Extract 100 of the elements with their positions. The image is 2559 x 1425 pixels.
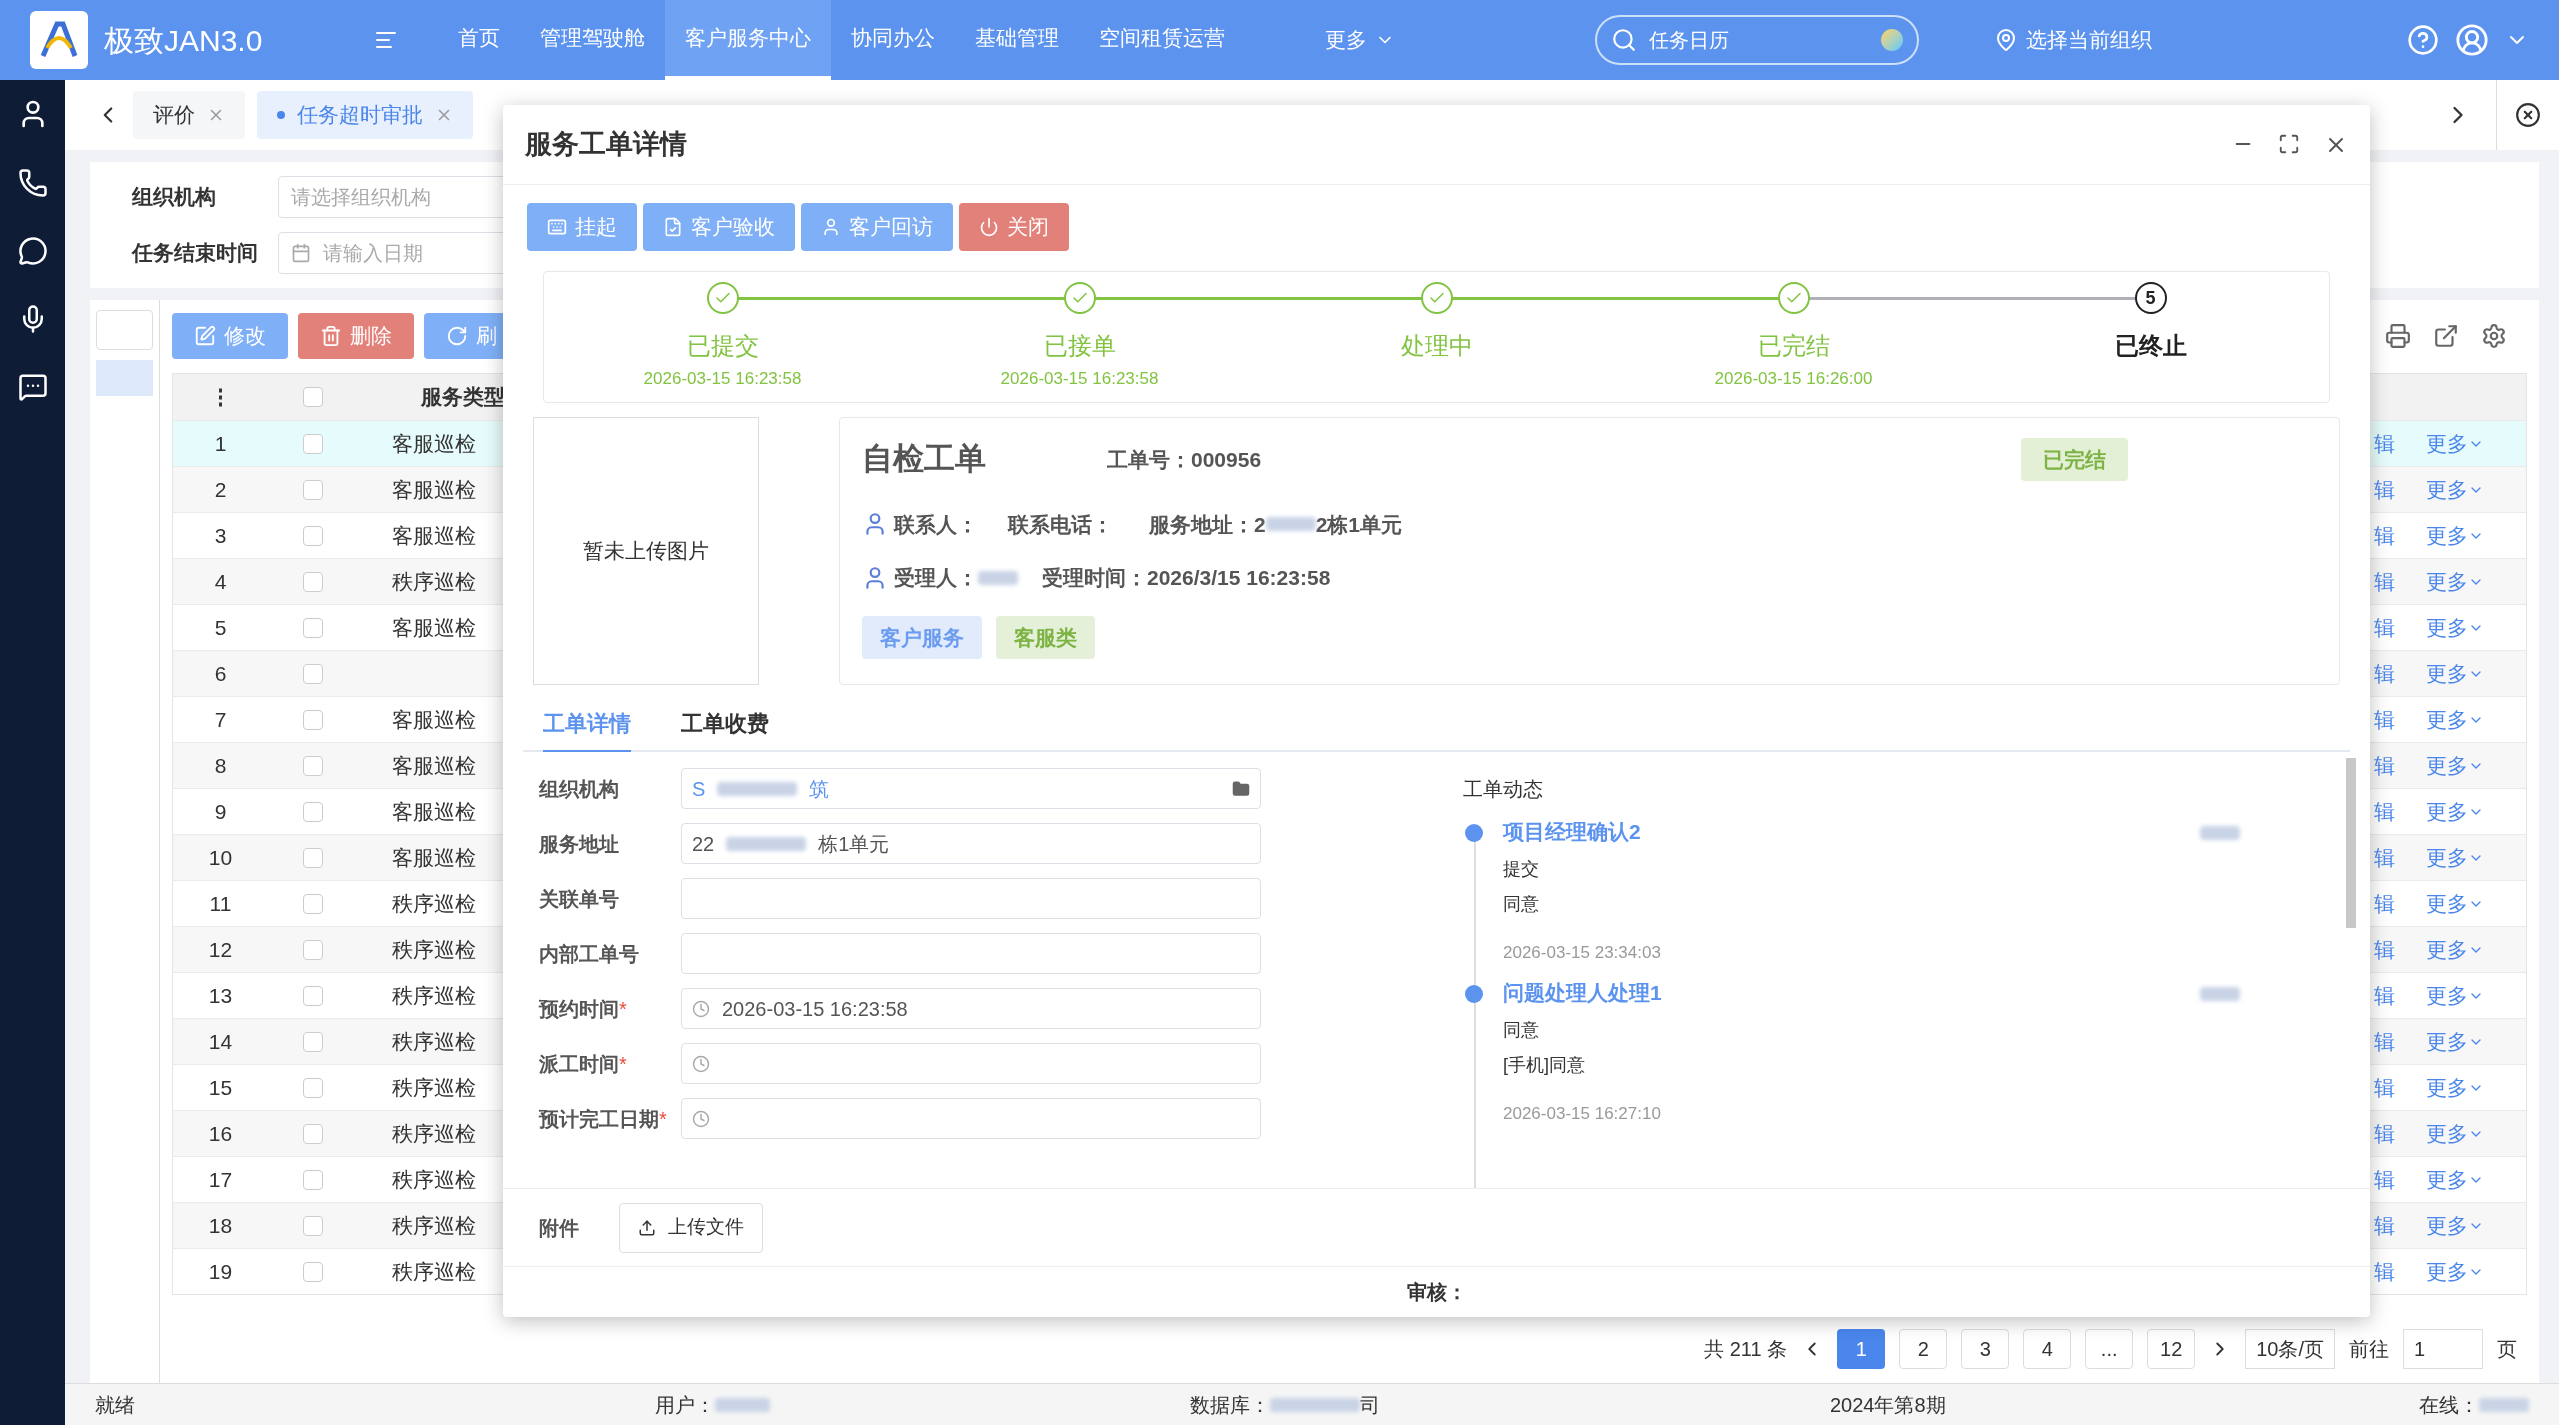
action-button[interactable]: 客户验收 <box>643 203 795 251</box>
checkbox[interactable] <box>303 847 323 868</box>
edit-link[interactable]: 辑 <box>2374 1163 2414 1196</box>
time-field[interactable] <box>681 1043 1261 1084</box>
page-tab[interactable]: 任务超时审批 <box>257 91 473 139</box>
checkbox[interactable] <box>303 663 323 684</box>
toolbar-button[interactable]: 修改 <box>172 312 288 359</box>
more-dropdown[interactable]: 更多 <box>2426 1117 2526 1150</box>
help-icon[interactable] <box>2407 24 2439 56</box>
nav-tab[interactable]: 首页 <box>438 0 520 80</box>
nav-tab[interactable]: 空间租赁运营 <box>1079 0 1245 80</box>
checkbox[interactable] <box>303 939 323 960</box>
more-dropdown[interactable]: 更多 <box>2426 611 2526 644</box>
checkbox[interactable] <box>303 1169 323 1190</box>
maximize-icon[interactable] <box>2278 132 2300 155</box>
edit-link[interactable]: 辑 <box>2374 933 2414 966</box>
checkbox[interactable] <box>303 755 323 776</box>
input-field[interactable] <box>681 878 1261 919</box>
search-field[interactable]: 任务日历 <box>1595 15 1919 65</box>
more-dropdown[interactable]: 更多 <box>2426 979 2526 1012</box>
detail-tab[interactable]: 工单收费 <box>681 707 769 752</box>
edit-link[interactable]: 辑 <box>2374 427 2414 460</box>
checkbox[interactable] <box>303 801 323 822</box>
more-dropdown[interactable]: 更多 <box>2426 841 2526 874</box>
detail-tab[interactable]: 工单详情 <box>543 707 631 752</box>
toolbar-button[interactable]: 删除 <box>298 312 414 359</box>
action-button[interactable]: 客户回访 <box>801 203 953 251</box>
page-button[interactable]: 1 <box>1837 1329 1886 1369</box>
edit-link[interactable]: 辑 <box>2374 841 2414 874</box>
checkbox[interactable] <box>303 1031 323 1052</box>
nav-tab[interactable]: 基础管理 <box>955 0 1079 80</box>
input-field[interactable] <box>681 933 1261 974</box>
edit-link[interactable]: 辑 <box>2374 703 2414 736</box>
edit-link[interactable]: 辑 <box>2374 1071 2414 1104</box>
more-dropdown[interactable]: 更多 <box>2426 887 2526 920</box>
page-size-select[interactable]: 10条/页 <box>2245 1329 2335 1369</box>
edit-link[interactable]: 辑 <box>2374 1209 2414 1242</box>
edit-link[interactable]: 辑 <box>2374 887 2414 920</box>
time-field[interactable]: 2026-03-15 16:23:58 <box>681 988 1261 1029</box>
edit-link[interactable]: 辑 <box>2374 1117 2414 1150</box>
checkbox[interactable] <box>303 479 323 500</box>
page-button[interactable]: 3 <box>1961 1329 2010 1369</box>
more-dropdown[interactable]: 更多 <box>2426 565 2526 598</box>
edit-link[interactable]: 辑 <box>2374 565 2414 598</box>
edit-link[interactable]: 辑 <box>2374 1255 2414 1288</box>
more-dropdown[interactable]: 更多 <box>2426 657 2526 690</box>
more-dropdown[interactable]: 更多 <box>2426 703 2526 736</box>
input-field[interactable]: S 筑 <box>681 768 1261 809</box>
tree-search-field[interactable] <box>96 310 153 350</box>
page-button[interactable]: 12 <box>2147 1329 2196 1369</box>
time-field[interactable] <box>681 1098 1261 1139</box>
nav-tab[interactable]: 协同办公 <box>831 0 955 80</box>
nav-tab[interactable]: 客户服务中心 <box>665 0 831 80</box>
page-tab[interactable]: 评价 <box>133 91 245 139</box>
page-number-field[interactable]: 1 <box>2403 1329 2483 1369</box>
checkbox[interactable] <box>303 1077 323 1098</box>
checkbox[interactable] <box>303 617 323 638</box>
input-field[interactable]: 22 栋1单元 <box>681 823 1261 864</box>
page-button[interactable]: ... <box>2085 1329 2134 1369</box>
action-button[interactable]: 关闭 <box>959 203 1069 251</box>
edit-link[interactable]: 辑 <box>2374 519 2414 552</box>
more-dropdown[interactable]: 更多 <box>2426 933 2526 966</box>
more-dropdown[interactable]: 更多 <box>2426 1255 2526 1288</box>
user-avatar-icon[interactable] <box>2455 23 2489 57</box>
edit-link[interactable]: 辑 <box>2374 795 2414 828</box>
more-dropdown[interactable]: 更多 <box>2426 1209 2526 1242</box>
checkbox[interactable] <box>303 387 323 407</box>
checkbox[interactable] <box>303 709 323 730</box>
nav-more-button[interactable]: 更多 <box>1325 24 1395 56</box>
edit-link[interactable]: 辑 <box>2374 1025 2414 1058</box>
edit-link[interactable]: 辑 <box>2374 657 2414 690</box>
scrollbar[interactable] <box>2346 758 2356 928</box>
checkbox[interactable] <box>303 1215 323 1236</box>
more-dropdown[interactable]: 更多 <box>2426 427 2526 460</box>
message-icon[interactable] <box>17 372 48 402</box>
column-menu-button[interactable]: ⋮ <box>210 381 231 413</box>
more-dropdown[interactable]: 更多 <box>2426 1025 2526 1058</box>
edit-link[interactable]: 辑 <box>2374 611 2414 644</box>
edit-link[interactable]: 辑 <box>2374 979 2414 1012</box>
settings-icon[interactable] <box>2481 322 2507 349</box>
page-button[interactable]: 4 <box>2023 1329 2072 1369</box>
edit-link[interactable]: 辑 <box>2374 749 2414 782</box>
phone-icon[interactable] <box>17 168 48 198</box>
page-button[interactable]: 2 <box>1899 1329 1948 1369</box>
tree-node[interactable] <box>96 360 153 396</box>
more-dropdown[interactable]: 更多 <box>2426 749 2526 782</box>
close-all-icon[interactable] <box>2515 102 2541 128</box>
checkbox[interactable] <box>303 433 323 454</box>
edit-link[interactable]: 辑 <box>2374 473 2414 506</box>
more-dropdown[interactable]: 更多 <box>2426 519 2526 552</box>
more-dropdown[interactable]: 更多 <box>2426 1163 2526 1196</box>
export-icon[interactable] <box>2433 322 2459 349</box>
checkbox[interactable] <box>303 893 323 914</box>
more-dropdown[interactable]: 更多 <box>2426 795 2526 828</box>
checkbox[interactable] <box>303 1261 323 1282</box>
nav-tab[interactable]: 管理驾驶舱 <box>520 0 665 80</box>
assistant-icon[interactable] <box>1881 29 1903 51</box>
image-upload-field[interactable]: 暂未上传图片 <box>533 417 759 685</box>
checkbox[interactable] <box>303 525 323 546</box>
checkbox[interactable] <box>303 571 323 592</box>
